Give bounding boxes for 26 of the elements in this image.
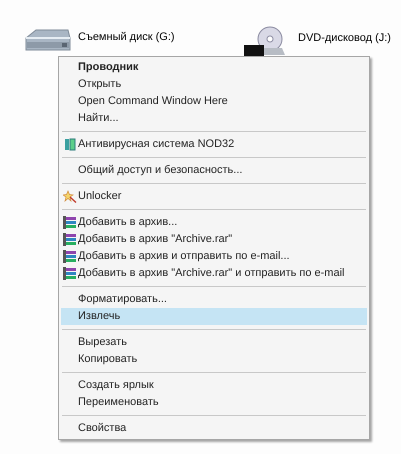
menu-item[interactable]: Найти... bbox=[61, 110, 367, 127]
archive-icon bbox=[63, 216, 77, 229]
menu-item[interactable]: Переименовать bbox=[61, 394, 367, 411]
menu-item[interactable]: Добавить в архив и отправить по e-mail... bbox=[61, 248, 367, 265]
menu-item[interactable]: Добавить в архив "Archive.rar" bbox=[61, 231, 367, 248]
drive-label[interactable]: Съемный диск (G:) bbox=[76, 31, 177, 43]
menu-item[interactable]: Свойства bbox=[61, 420, 367, 437]
menu-item[interactable]: Общий доступ и безопасность... bbox=[61, 162, 367, 179]
menu-item[interactable]: Open Command Window Here bbox=[61, 93, 367, 110]
menu-item[interactable]: Unlocker bbox=[61, 188, 367, 205]
menu-item[interactable]: Форматировать... bbox=[61, 291, 367, 308]
dvd-drive-icon[interactable] bbox=[244, 26, 286, 56]
archive-icon bbox=[63, 233, 77, 246]
menu-item[interactable]: Добавить в архив... bbox=[61, 214, 367, 231]
wand-icon bbox=[63, 190, 77, 203]
archive-icon bbox=[63, 267, 77, 280]
menu-item[interactable]: Извлечь bbox=[61, 308, 367, 325]
menu-item[interactable]: Открыть bbox=[61, 76, 367, 93]
drive-label[interactable]: DVD-дисковод (J:) bbox=[296, 32, 393, 44]
menu-item[interactable]: Добавить в архив "Archive.rar" и отправить по e-mail bbox=[61, 265, 367, 282]
menu-item[interactable]: Проводник bbox=[61, 59, 367, 76]
menu-item[interactable]: Копировать bbox=[61, 351, 367, 368]
archive-icon bbox=[63, 250, 77, 263]
menu-item[interactable]: Антивирусная система NOD32 bbox=[61, 136, 367, 153]
menu-item[interactable]: Вырезать bbox=[61, 334, 367, 351]
menu-item[interactable]: Создать ярлык bbox=[61, 377, 367, 394]
